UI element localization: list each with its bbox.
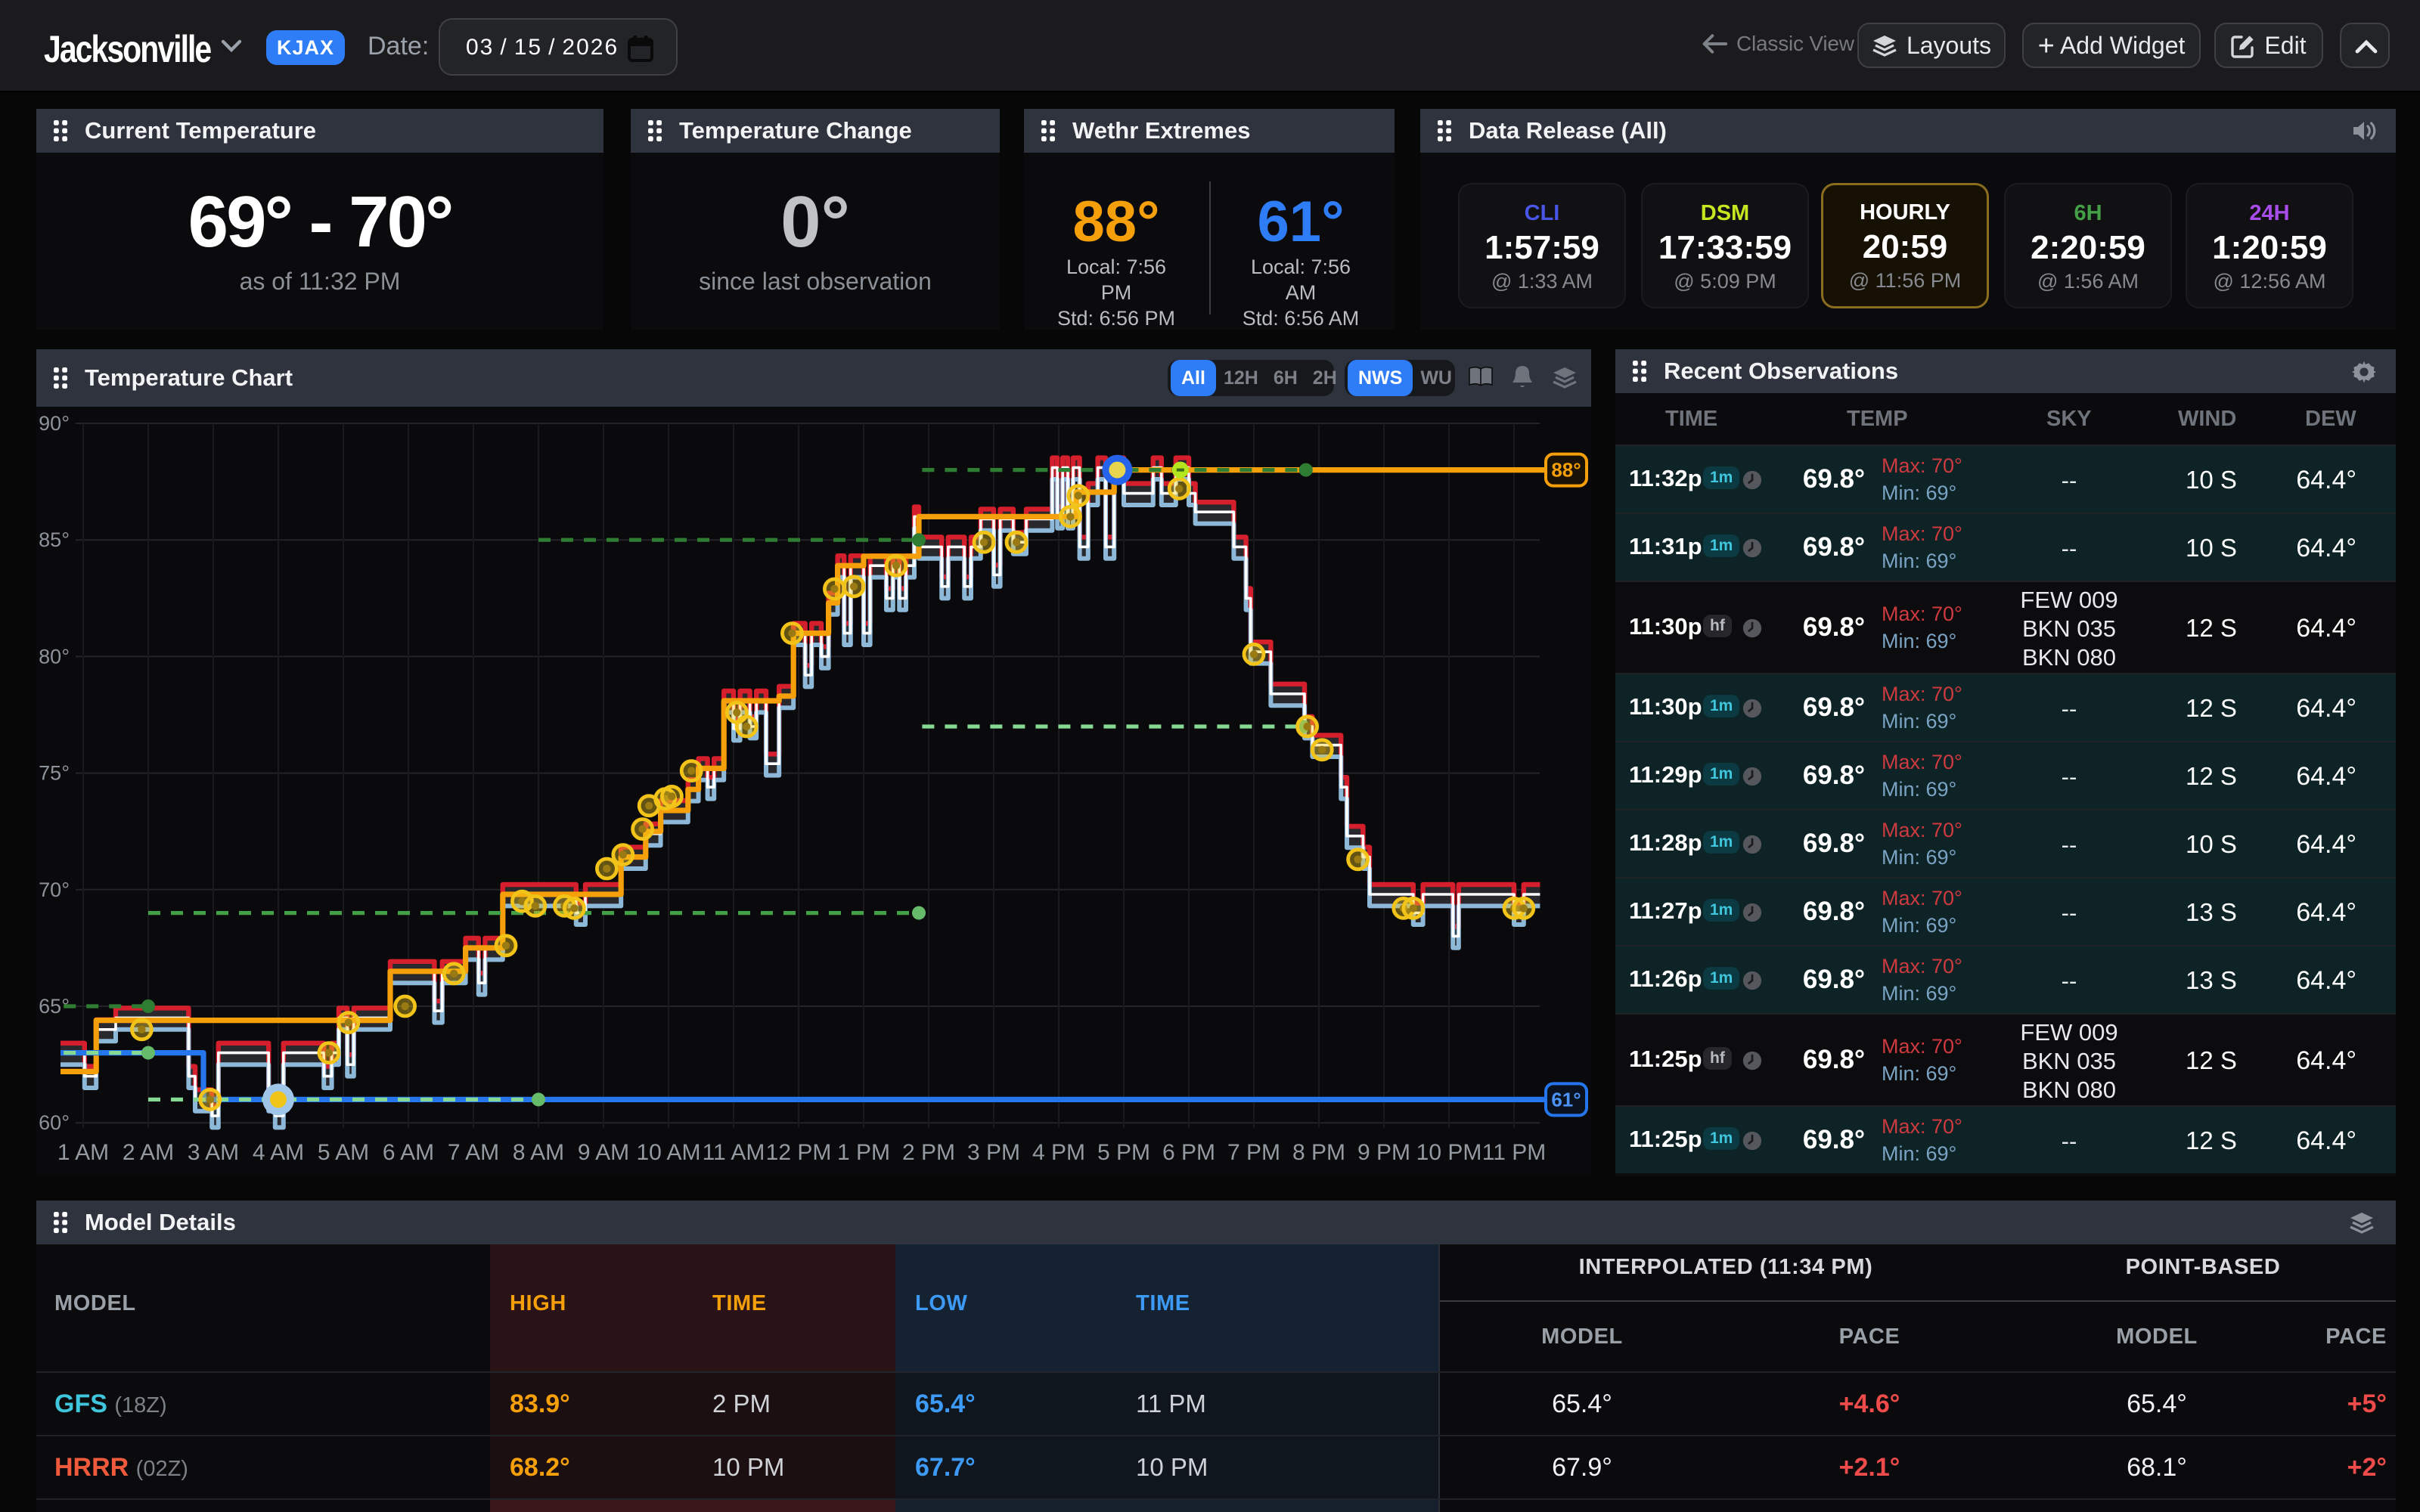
- svg-text:5 AM: 5 AM: [318, 1140, 369, 1165]
- svg-text:8 PM: 8 PM: [1292, 1140, 1345, 1165]
- svg-text:75°: 75°: [39, 762, 70, 785]
- svg-text:11 PM: 11 PM: [1482, 1140, 1546, 1165]
- svg-text:8 AM: 8 AM: [513, 1140, 564, 1165]
- svg-text:85°: 85°: [39, 528, 70, 551]
- svg-text:2 PM: 2 PM: [902, 1140, 955, 1165]
- svg-text:88°: 88°: [1551, 459, 1581, 482]
- svg-text:3 AM: 3 AM: [188, 1140, 239, 1165]
- svg-text:4 PM: 4 PM: [1032, 1140, 1085, 1165]
- svg-text:2 AM: 2 AM: [123, 1140, 174, 1165]
- svg-text:10 PM: 10 PM: [1416, 1140, 1482, 1165]
- svg-text:9 PM: 9 PM: [1357, 1140, 1410, 1165]
- svg-text:5 PM: 5 PM: [1097, 1140, 1150, 1165]
- svg-text:70°: 70°: [39, 878, 70, 901]
- svg-text:7 PM: 7 PM: [1227, 1140, 1280, 1165]
- svg-text:10 AM: 10 AM: [636, 1140, 700, 1165]
- svg-text:60°: 60°: [39, 1111, 70, 1134]
- svg-text:7 AM: 7 AM: [448, 1140, 499, 1165]
- svg-text:90°: 90°: [39, 412, 70, 435]
- svg-text:6 AM: 6 AM: [383, 1140, 434, 1165]
- svg-text:80°: 80°: [39, 645, 70, 668]
- svg-text:6 PM: 6 PM: [1162, 1140, 1215, 1165]
- svg-text:4 AM: 4 AM: [253, 1140, 304, 1165]
- svg-text:3 PM: 3 PM: [967, 1140, 1020, 1165]
- svg-text:1 PM: 1 PM: [837, 1140, 890, 1165]
- svg-text:61°: 61°: [1551, 1088, 1581, 1111]
- svg-text:1 AM: 1 AM: [57, 1140, 109, 1165]
- svg-text:11 AM: 11 AM: [703, 1140, 765, 1165]
- svg-text:9 AM: 9 AM: [578, 1140, 629, 1165]
- svg-text:12 PM: 12 PM: [766, 1140, 832, 1165]
